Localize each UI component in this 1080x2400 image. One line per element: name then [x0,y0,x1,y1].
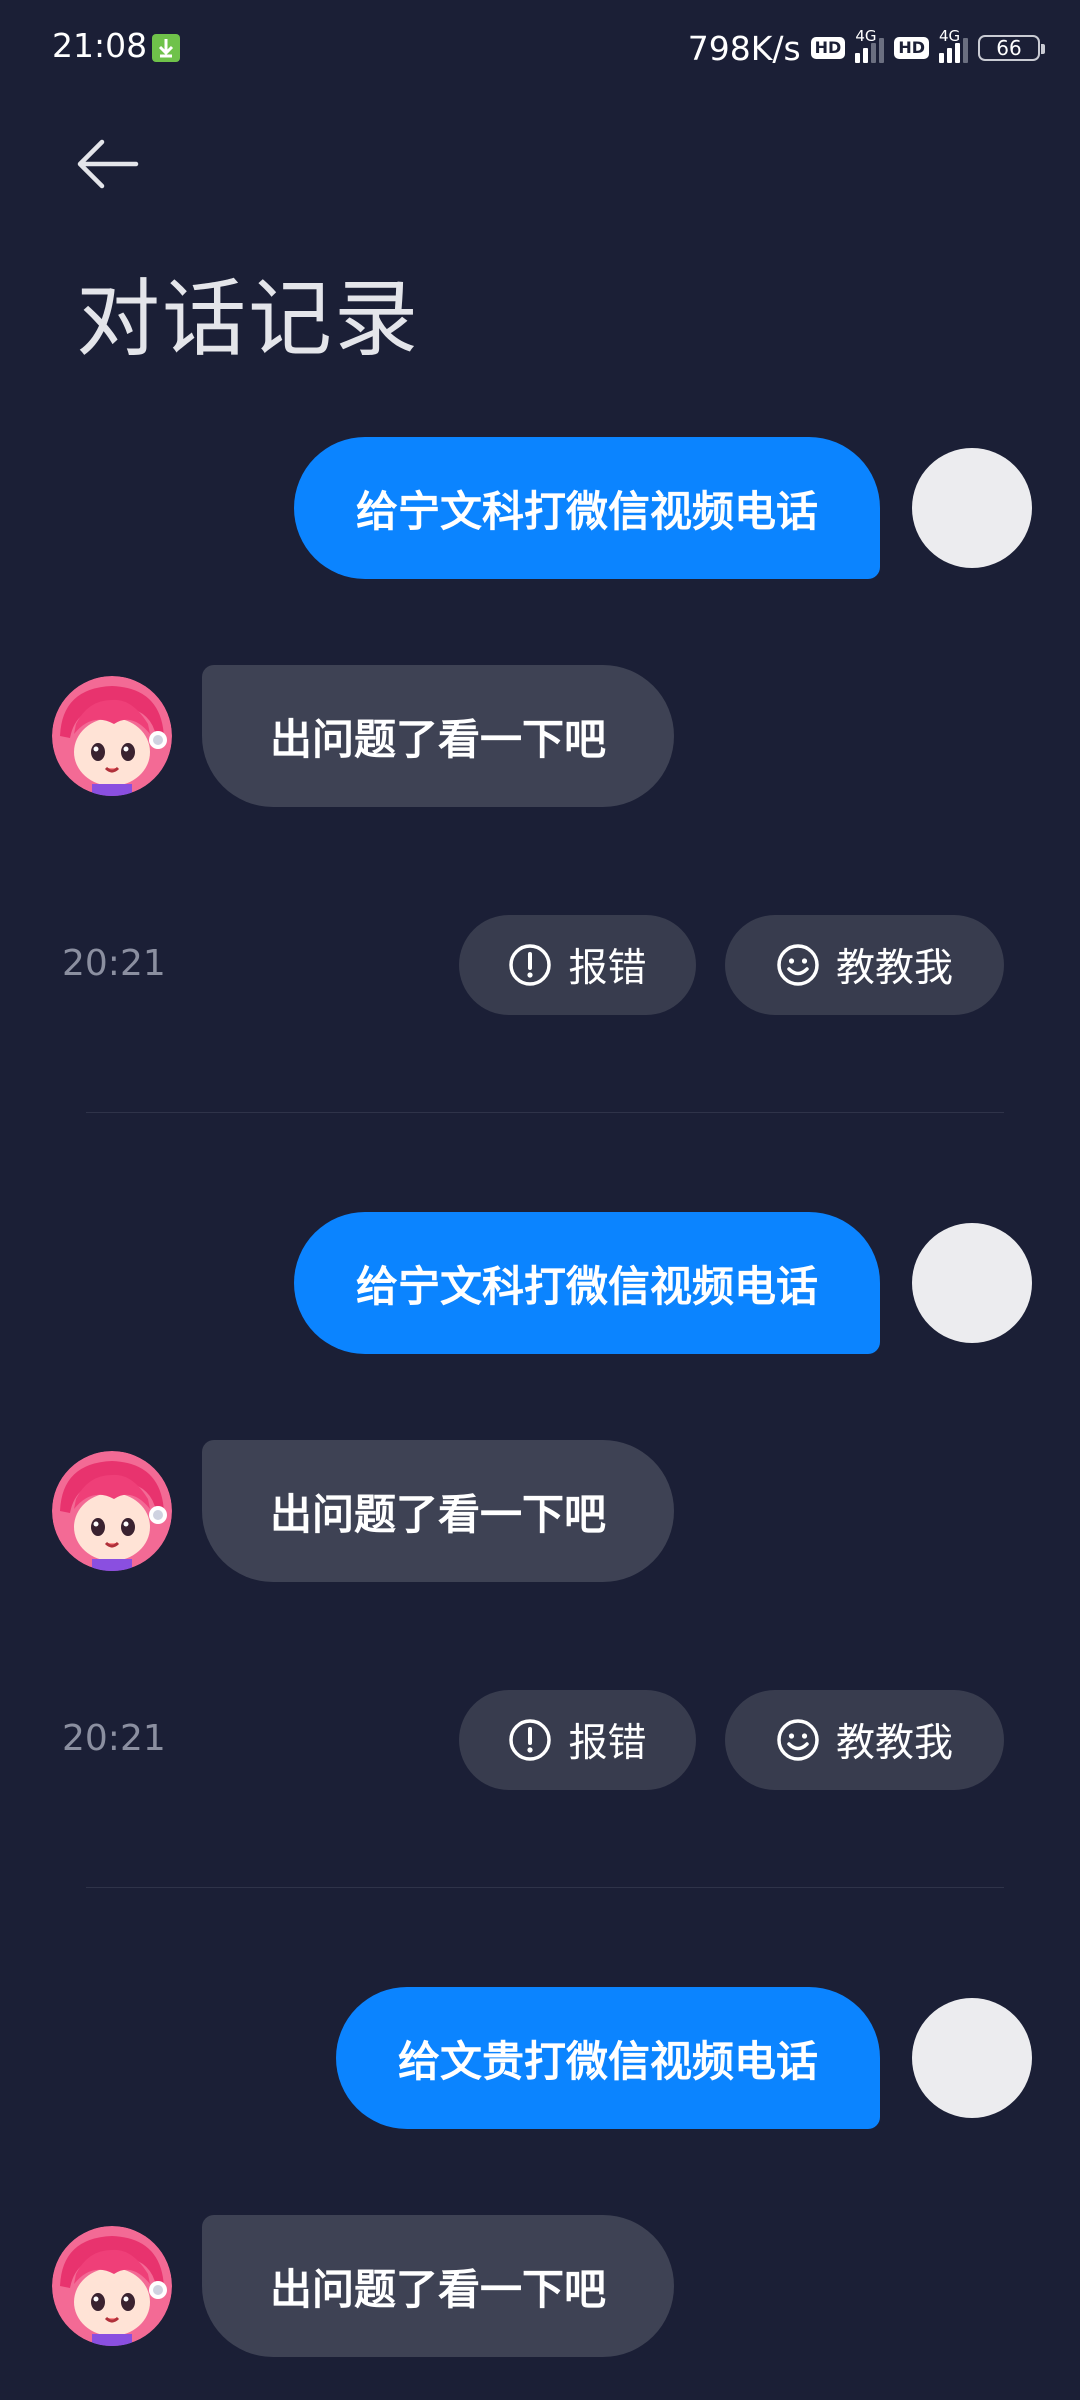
bot-message-bubble[interactable]: 出问题了看一下吧 [202,665,674,807]
user-message-row: 给宁文科打微信视频电话 [293,1212,1032,1354]
user-message-row: 给宁文科打微信视频电话 [293,437,1032,579]
battery-icon: 66 [978,35,1045,61]
user-message-bubble[interactable]: 给宁文科打微信视频电话 [293,1212,880,1354]
bot-message-bubble[interactable]: 出问题了看一下吧 [202,2215,674,2357]
arrow-left-icon [77,139,139,189]
teach-me-label: 教教我 [835,1721,953,1766]
message-meta-row: 20:21 报错 教教我 [0,1690,1080,1790]
signal-icon-1: 4G [855,27,885,63]
chat-history-screen: 21:08 798K/s HD 4G HD 4G 66 对话记录 给宁文科打微信… [0,0,1080,2400]
hd-badge-2: HD [894,37,929,59]
smiley-icon [777,1719,819,1761]
status-bar: 21:08 798K/s HD 4G HD 4G 66 [0,0,1080,96]
message-meta-row: 20:21 报错 教教我 [0,915,1080,1015]
exclamation-circle-icon [509,944,552,986]
bot-message-row: 出问题了看一下吧 [52,2215,674,2357]
teach-me-button[interactable]: 教教我 [725,1690,1004,1790]
user-avatar[interactable] [912,448,1032,568]
user-avatar[interactable] [912,1223,1032,1343]
divider [86,1887,1004,1888]
assistant-avatar[interactable] [52,676,172,796]
signal-icon-2: 4G [939,27,968,63]
report-error-button[interactable]: 报错 [459,915,696,1015]
report-error-label: 报错 [568,1721,647,1766]
message-timestamp: 20:21 [62,943,166,984]
teach-me-label: 教教我 [835,946,953,991]
network-gen-1: 4G [855,27,877,45]
hd-badge-1: HD [810,37,846,59]
bot-message-bubble[interactable]: 出问题了看一下吧 [202,1440,674,1582]
report-error-label: 报错 [568,946,647,991]
battery-level: 66 [996,36,1022,60]
teach-me-button[interactable]: 教教我 [725,915,1004,1015]
divider [86,1112,1004,1113]
bot-message-row: 出问题了看一下吧 [52,665,674,807]
status-time: 21:08 [52,26,148,65]
network-gen-2: 4G [939,27,961,45]
page-title: 对话记录 [76,270,421,368]
assistant-avatar[interactable] [52,2226,172,2346]
user-message-bubble[interactable]: 给宁文科打微信视频电话 [293,437,880,579]
bot-message-row: 出问题了看一下吧 [52,1440,674,1582]
user-message-bubble[interactable]: 给文贵打微信视频电话 [335,1987,880,2129]
network-speed: 798K/s [687,28,801,68]
user-message-row: 给文贵打微信视频电话 [335,1987,1032,2129]
status-indicators: 798K/s HD 4G HD 4G 66 [687,24,1045,72]
user-avatar[interactable] [912,1998,1032,2118]
exclamation-circle-icon [509,1719,552,1761]
download-icon [152,34,180,62]
assistant-avatar[interactable] [52,1451,172,1571]
message-timestamp: 20:21 [62,1718,166,1759]
smiley-icon [777,944,819,986]
back-button[interactable] [72,128,144,200]
report-error-button[interactable]: 报错 [459,1690,696,1790]
